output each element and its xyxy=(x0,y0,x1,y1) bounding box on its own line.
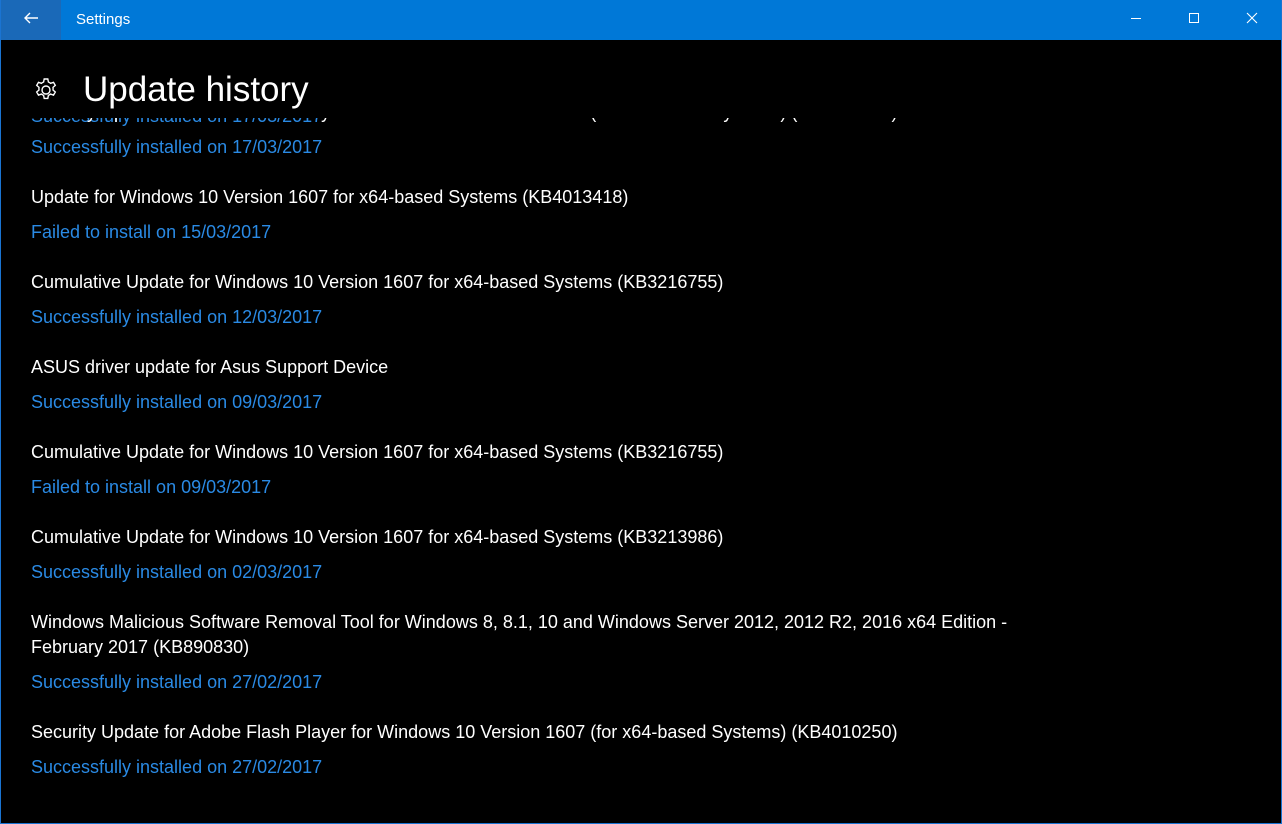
update-name: Security Update for Adobe Flash Player f… xyxy=(31,722,898,742)
page-header: Update history xyxy=(1,40,1281,118)
update-item: Cumulative Update for Windows 10 Version… xyxy=(31,270,1031,330)
update-item: Cumulative Update for Windows 10 Version… xyxy=(31,525,1031,585)
update-name: Cumulative Update for Windows 10 Version… xyxy=(31,527,724,547)
update-status-link[interactable]: Successfully installed on 02/03/2017 xyxy=(31,560,1031,585)
update-item: Security Update for Adobe Flash Player f… xyxy=(31,720,1031,780)
update-status-link[interactable]: Successfully installed on 12/03/2017 xyxy=(31,305,1031,330)
update-item: Windows Malicious Software Removal Tool … xyxy=(31,610,1031,695)
update-status-link[interactable]: Successfully installed on 09/03/2017 xyxy=(31,390,1031,415)
close-button[interactable] xyxy=(1223,0,1281,40)
back-arrow-icon xyxy=(23,10,39,31)
update-item: Update for Windows 10 Version 1607 for x… xyxy=(31,185,1031,245)
back-button[interactable] xyxy=(1,0,61,40)
minimize-icon xyxy=(1130,11,1142,29)
minimize-button[interactable] xyxy=(1107,0,1165,40)
close-icon xyxy=(1246,11,1258,29)
update-history-list: Security Update for Adobe Flash Player f… xyxy=(31,100,1031,805)
update-status-link[interactable]: Successfully installed on 17/03/2017 xyxy=(31,135,1031,160)
maximize-icon xyxy=(1188,11,1200,29)
update-status-link[interactable]: Successfully installed on 27/02/2017 xyxy=(31,670,1031,695)
update-status-link[interactable]: Failed to install on 09/03/2017 xyxy=(31,475,1031,500)
gear-icon xyxy=(33,77,59,103)
update-name: Cumulative Update for Windows 10 Version… xyxy=(31,272,724,292)
title-bar: Settings xyxy=(1,0,1281,40)
update-name: ASUS driver update for Asus Support Devi… xyxy=(31,357,389,377)
content-area: Successfully installed on 17/03/2017 Sec… xyxy=(1,40,1281,823)
window-title: Settings xyxy=(76,11,131,28)
window-controls xyxy=(1107,0,1281,40)
page-title: Update history xyxy=(83,70,309,109)
maximize-button[interactable] xyxy=(1165,0,1223,40)
update-name: Cumulative Update for Windows 10 Version… xyxy=(31,442,724,462)
update-item: Cumulative Update for Windows 10 Version… xyxy=(31,440,1031,500)
update-status-link[interactable]: Failed to install on 15/03/2017 xyxy=(31,220,1031,245)
update-status-link[interactable]: Successfully installed on 27/02/2017 xyxy=(31,755,1031,780)
update-item: ASUS driver update for Asus Support Devi… xyxy=(31,355,1031,415)
settings-window: Settings Successfully installed on 17/03… xyxy=(0,0,1282,824)
update-name: Windows Malicious Software Removal Tool … xyxy=(31,612,1008,657)
update-name: Update for Windows 10 Version 1607 for x… xyxy=(31,187,629,207)
